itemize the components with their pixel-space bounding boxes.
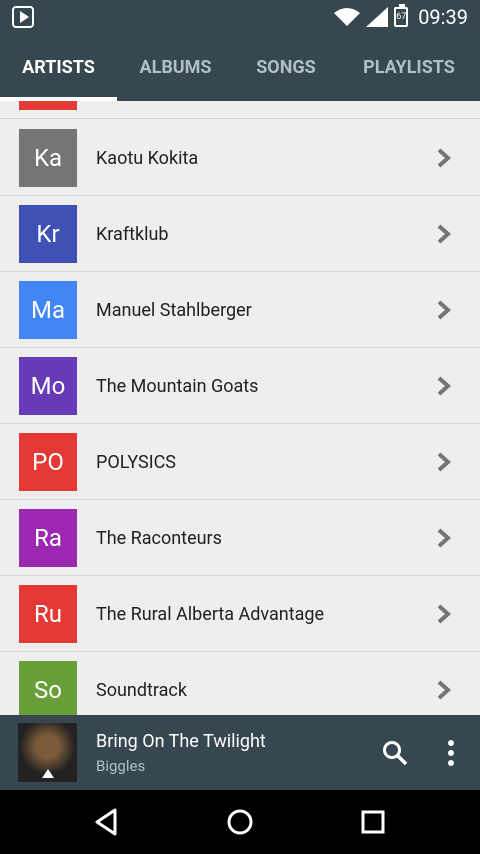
wifi-icon	[334, 7, 361, 26]
system-navigation-bar	[0, 790, 480, 854]
chevron-right-icon	[437, 224, 452, 244]
chevron-right-icon	[437, 148, 452, 168]
list-item[interactable]: Ka Kaotu Kokita	[0, 120, 480, 196]
tab-artists[interactable]: ARTISTS	[0, 33, 117, 101]
avatar: Kr	[19, 205, 77, 263]
artist-name: The Mountain Goats	[96, 375, 259, 397]
now-playing-bar[interactable]: Bring On The Twilight Biggles	[0, 715, 480, 790]
signal-icon	[366, 6, 389, 27]
list-item[interactable]: Ru The Rural Alberta Advantage	[0, 576, 480, 652]
tab-albums[interactable]: ALBUMS	[117, 33, 234, 101]
chevron-right-icon	[437, 604, 452, 624]
artist-list[interactable]: Ka Kaotu Kokita Kr Kraftklub Ma Manuel S…	[0, 101, 480, 715]
list-item[interactable]: Ra The Raconteurs	[0, 500, 480, 576]
chevron-right-icon	[437, 452, 452, 472]
chevron-right-icon	[437, 376, 452, 396]
back-icon[interactable]	[91, 806, 123, 838]
more-options-icon[interactable]	[444, 740, 458, 766]
artist-name: Manuel Stahlberger	[96, 299, 252, 321]
tab-bar: ARTISTS ALBUMS SONGS PLAYLISTS	[0, 33, 480, 101]
avatar	[19, 101, 77, 110]
tab-playlists[interactable]: PLAYLISTS	[338, 33, 480, 101]
avatar: Ra	[19, 509, 77, 567]
play-notification-icon	[12, 6, 34, 28]
status-icons: 67 09:39	[334, 0, 468, 33]
chevron-right-icon	[437, 528, 452, 548]
list-item[interactable]: PO POLYSICS	[0, 424, 480, 500]
chevron-right-icon	[437, 680, 452, 700]
home-icon[interactable]	[224, 806, 256, 838]
avatar: PO	[19, 433, 77, 491]
recents-icon[interactable]	[357, 806, 389, 838]
avatar: Ma	[19, 281, 77, 339]
avatar: Mo	[19, 357, 77, 415]
artist-name: The Raconteurs	[96, 527, 222, 549]
battery-level: 67	[396, 11, 407, 22]
list-item[interactable]: Mo The Mountain Goats	[0, 348, 480, 424]
album-cover[interactable]	[18, 723, 77, 782]
list-item-partial[interactable]	[0, 101, 480, 119]
now-playing-artist: Biggles	[96, 757, 146, 775]
artist-name: POLYSICS	[96, 451, 176, 473]
artist-name: Kaotu Kokita	[96, 147, 199, 169]
tab-songs[interactable]: SONGS	[234, 33, 338, 101]
now-playing-title: Bring On The Twilight	[96, 731, 266, 752]
chevron-right-icon	[437, 300, 452, 320]
avatar: Ru	[19, 585, 77, 643]
status-bar: 67 09:39	[0, 0, 480, 33]
list-item[interactable]: Kr Kraftklub	[0, 196, 480, 272]
status-clock: 09:39	[418, 4, 468, 29]
avatar: Ka	[19, 129, 77, 187]
artist-name: The Rural Alberta Advantage	[96, 603, 325, 625]
artist-name: Soundtrack	[96, 679, 187, 701]
avatar: So	[19, 661, 77, 715]
battery-icon: 67	[394, 3, 409, 27]
list-item[interactable]: So Soundtrack	[0, 652, 480, 715]
list-item[interactable]: Ma Manuel Stahlberger	[0, 272, 480, 348]
search-icon[interactable]	[382, 740, 408, 766]
artist-name: Kraftklub	[96, 223, 169, 245]
